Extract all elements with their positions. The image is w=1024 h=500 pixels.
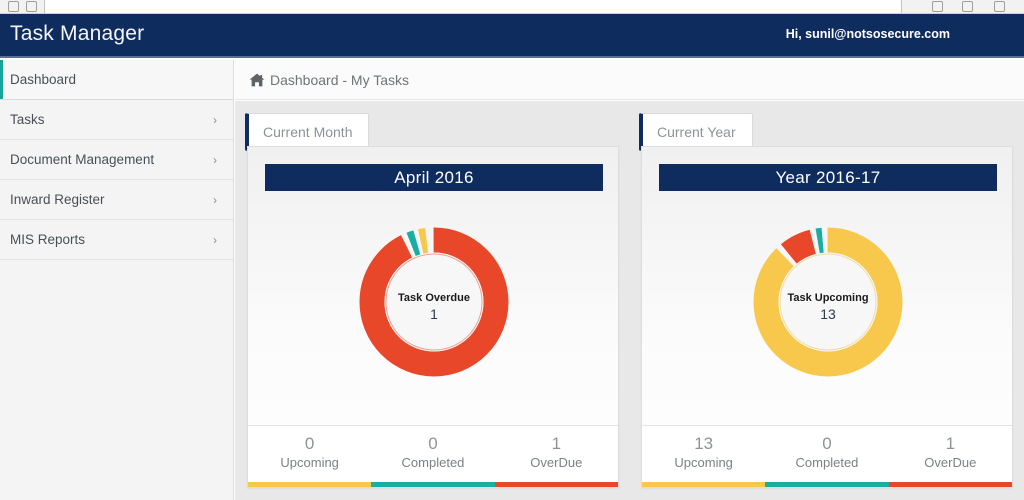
breadcrumb-text: Dashboard - My Tasks	[270, 71, 410, 88]
card-title: Year 2016-17	[659, 164, 997, 191]
stat-color-bar	[494, 482, 618, 487]
home-icon	[249, 73, 265, 86]
sidebar-item-tasks[interactable]: Tasks ›	[0, 100, 233, 140]
chevron-right-icon: ›	[213, 192, 217, 207]
stat-color-bar	[765, 482, 889, 487]
stat-value: 1	[551, 434, 562, 453]
stat-overdue[interactable]: 1 OverDue	[494, 426, 618, 487]
donut-chart-month: Task Overdue 1	[248, 199, 620, 404]
donut-center-label: Task Overdue	[398, 292, 470, 304]
sidebar-item-label: Inward Register	[10, 192, 105, 207]
card-current-year: Year 2016-17 Task Upcoming 13 13 Upcomin…	[641, 146, 1013, 488]
sidebar-item-document-management[interactable]: Document Management ›	[0, 140, 233, 180]
sidebar-empty-space	[0, 260, 233, 500]
stat-label: Upcoming	[674, 455, 733, 470]
card-current-month: April 2016 Task Overdue 1 0 Upcoming 0 C…	[247, 146, 619, 488]
profile-icon[interactable]	[960, 0, 974, 13]
chevron-right-icon: ›	[213, 112, 217, 127]
address-bar[interactable]	[44, 0, 902, 13]
sidebar-item-inward-register[interactable]: Inward Register ›	[0, 180, 233, 220]
user-greeting[interactable]: Hi, sunil@notsosecure.com	[786, 27, 950, 41]
donut-center-value: 1	[430, 306, 438, 322]
stat-label: Upcoming	[280, 455, 339, 470]
sidebar-item-label: Dashboard	[10, 72, 77, 87]
donut-center-label: Task Upcoming	[787, 292, 868, 304]
app-header: Task Manager Hi, sunil@notsosecure.com	[0, 14, 1024, 58]
sidebar-nav: Dashboard Tasks › Document Management › …	[0, 60, 234, 500]
chevron-right-icon: ›	[213, 232, 217, 247]
donut-svg-year: Task Upcoming 13	[753, 227, 903, 376]
stat-label: OverDue	[530, 455, 583, 470]
sidebar-item-dashboard[interactable]: Dashboard	[0, 60, 233, 100]
stat-value: 1	[945, 434, 956, 453]
stat-completed[interactable]: 0 Completed	[765, 426, 889, 487]
stat-color-bar	[371, 482, 495, 487]
stat-label: Completed	[401, 455, 465, 470]
browser-toolbar-strip	[0, 0, 1024, 14]
main-content: Dashboard - My Tasks Current Month Curre…	[235, 60, 1024, 500]
stat-value: 0	[428, 434, 438, 453]
stat-upcoming[interactable]: 13 Upcoming	[642, 426, 766, 487]
stat-value: 0	[822, 434, 832, 453]
stat-color-bar	[642, 482, 766, 487]
menu-icon[interactable]	[992, 0, 1006, 13]
card-title: April 2016	[265, 164, 603, 191]
sidebar-item-mis-reports[interactable]: MIS Reports ›	[0, 220, 233, 260]
tab-label: Current Year	[657, 124, 736, 140]
breadcrumb: Dashboard - My Tasks	[235, 60, 1024, 100]
stat-upcoming[interactable]: 0 Upcoming	[248, 426, 372, 487]
donut-center-value: 13	[820, 306, 836, 322]
back-icon[interactable]	[6, 0, 20, 13]
sidebar-item-label: Document Management	[10, 152, 155, 167]
stat-value: 13	[694, 434, 714, 453]
stat-label: Completed	[795, 455, 859, 470]
extension-icon[interactable]	[930, 0, 944, 13]
stat-color-bar	[888, 482, 1012, 487]
donut-svg-month: Task Overdue 1	[359, 227, 509, 376]
stat-overdue[interactable]: 1 OverDue	[888, 426, 1012, 487]
forward-icon[interactable]	[24, 0, 38, 13]
card-footer-month: 0 Upcoming 0 Completed 1 OverDue	[248, 425, 618, 487]
app-title: Task Manager	[10, 22, 145, 45]
donut-chart-year: Task Upcoming 13	[642, 199, 1014, 404]
stat-value: 0	[304, 434, 315, 453]
chevron-right-icon: ›	[213, 152, 217, 167]
stat-color-bar	[248, 482, 372, 487]
tab-label: Current Month	[263, 124, 353, 140]
stat-label: OverDue	[924, 455, 977, 470]
stat-completed[interactable]: 0 Completed	[371, 426, 495, 487]
dashboard-panels: Current Month Current Year April 2016 Ta…	[235, 101, 1024, 500]
sidebar-item-label: Tasks	[10, 112, 45, 127]
card-footer-year: 13 Upcoming 0 Completed 1 OverDue	[642, 425, 1012, 487]
sidebar-item-label: MIS Reports	[10, 232, 86, 247]
